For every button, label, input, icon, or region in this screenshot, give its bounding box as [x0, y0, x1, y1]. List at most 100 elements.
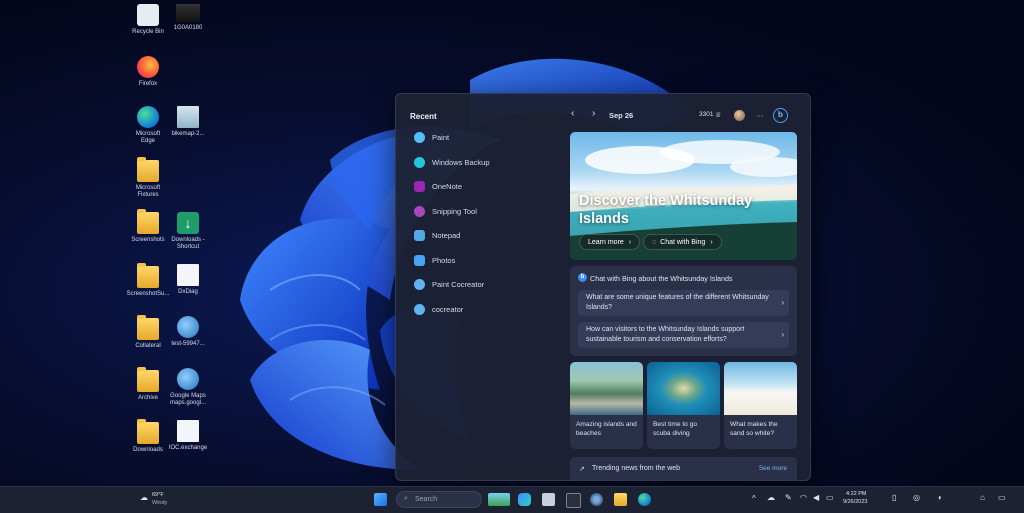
desktop-icon-label: bikemap-2...	[171, 131, 205, 137]
chevron-right-icon[interactable]: ›	[592, 108, 595, 119]
desktop-icon-folder[interactable]: Microsoft Fixtures	[126, 157, 170, 199]
desktop-icon-label: Fixtures	[137, 192, 159, 198]
folder-icon	[137, 315, 159, 340]
desktop: Recycle Bin 1G0A0180 Firefox Microsoft E…	[0, 0, 1024, 486]
search-input[interactable]: ⌕ Search	[396, 491, 482, 508]
start-button[interactable]	[374, 493, 387, 506]
desktop-icon-folder[interactable]: Archive	[126, 367, 170, 402]
notification-icon[interactable]: ▯	[892, 493, 896, 502]
desktop-icon-folder[interactable]: Collateral	[126, 315, 170, 350]
edge-icon[interactable]	[638, 493, 651, 506]
desktop-icon-google-maps[interactable]: Google Maps maps.googl...	[166, 368, 210, 407]
trending-icon: ↗	[579, 466, 585, 473]
turtle-image	[647, 362, 720, 415]
weather-desc: Windy	[152, 500, 168, 506]
chevron-right-icon: ›	[781, 298, 784, 307]
widgets-weather[interactable]: ☁ 69°F Windy	[120, 491, 180, 509]
recent-item-paint-cocreator[interactable]: Paint Cocreator	[414, 275, 484, 293]
paint-icon	[414, 131, 425, 143]
wifi-icon[interactable]: ◠	[800, 493, 807, 502]
photos-icon	[414, 254, 425, 266]
recent-item-photos[interactable]: Photos	[414, 251, 455, 269]
edge-icon	[137, 106, 159, 128]
desktop-icon-recycle-bin[interactable]: Recycle Bin	[126, 4, 170, 36]
focus-icon[interactable]: ◎	[913, 493, 920, 502]
rewards-points[interactable]: 3301	[699, 111, 713, 118]
desktop-icon-folder[interactable]: Screenshots	[126, 209, 170, 244]
hero-card[interactable]: Discover the Whitsunday Islands Learn mo…	[570, 132, 797, 260]
desktop-icon-edge[interactable]: Microsoft Edge	[126, 106, 170, 145]
desktop-icon-test[interactable]: test-59947...	[166, 316, 210, 348]
story-card[interactable]: Best time to go scuba diving	[647, 362, 720, 449]
onedrive-icon[interactable]: ☁	[767, 493, 775, 502]
avatar[interactable]	[734, 110, 745, 121]
clock-time[interactable]: 4:22 PM	[846, 491, 866, 497]
globe-icon	[177, 368, 199, 390]
recent-item-paint[interactable]: Paint	[414, 128, 449, 146]
chat-question[interactable]: What are some unique features of the dif…	[578, 290, 789, 316]
clock-date[interactable]: 9/26/2023	[843, 499, 867, 505]
chat-question[interactable]: How can visitors to the Whitsunday Islan…	[578, 322, 789, 348]
recent-item-windows-backup[interactable]: Windows Backup	[414, 153, 490, 171]
chat-with-bing-button[interactable]: ◌ Chat with Bing ›	[643, 234, 722, 250]
settings-icon[interactable]	[590, 493, 603, 506]
desktop-icon-downloads-shortcut[interactable]: ↓ Downloads - Shortcut	[166, 212, 210, 251]
recent-item-label: Snipping Tool	[432, 206, 477, 216]
image-file-icon	[177, 106, 199, 128]
islands-image	[570, 362, 643, 415]
desktop-icon-label: Microsoft	[135, 131, 161, 137]
recent-item-cocreator[interactable]: cocreator	[414, 300, 463, 318]
story-card[interactable]: What makes the sand so white?	[724, 362, 797, 449]
recent-item-label: Photos	[432, 255, 456, 265]
desktop-icon-label: Collateral	[135, 343, 161, 349]
more-options-icon[interactable]: ···	[756, 111, 764, 120]
desktop-icon-label: IOC.exchange	[168, 445, 208, 451]
volume-icon[interactable]: ◀	[813, 493, 819, 502]
bing-icon[interactable]: b	[773, 108, 788, 123]
language-icon[interactable]: ⌂	[980, 493, 985, 502]
search-icon: ⌕	[404, 495, 408, 502]
document-icon	[177, 420, 199, 442]
task-view-icon[interactable]	[542, 493, 555, 506]
folder-icon	[137, 209, 159, 234]
desktop-icon-bikemap[interactable]: bikemap-2...	[166, 106, 210, 138]
story-caption: Amazing islands and beaches	[576, 421, 637, 437]
desktop-icon-firefox[interactable]: Firefox	[126, 56, 170, 88]
recent-item-label: Windows Backup	[432, 157, 490, 167]
recent-item-onenote[interactable]: OneNote	[414, 177, 462, 195]
white-sand-image	[724, 362, 797, 415]
recent-item-notepad[interactable]: Notepad	[414, 226, 460, 244]
search-placeholder: Search	[415, 496, 438, 503]
desktop-icon-dxdiag[interactable]: DxDiag	[166, 264, 210, 296]
show-desktop-icon[interactable]: ▭	[998, 493, 1006, 502]
globe-icon	[177, 316, 199, 338]
desktop-icon-folder[interactable]: Downloads	[126, 419, 170, 454]
recent-title: Recent	[410, 112, 437, 121]
desktop-icon-folder[interactable]: ScreenshotSu...	[126, 263, 170, 298]
desktop-icon-label: Shortcut	[176, 244, 200, 250]
desktop-icon-ioc-exchange[interactable]: IOC.exchange	[166, 420, 210, 452]
pen-icon[interactable]: ✎	[785, 493, 792, 502]
desktop-icon-label: Edge	[140, 138, 155, 144]
see-more-link[interactable]: See more	[759, 465, 787, 472]
story-card[interactable]: Amazing islands and beaches	[570, 362, 643, 449]
copilot-tray-icon[interactable]: ◐	[938, 493, 943, 502]
chevron-up-icon[interactable]: ^	[752, 494, 756, 503]
landscape-icon[interactable]	[488, 493, 510, 506]
file-explorer-icon[interactable]	[614, 493, 627, 506]
desktop-icon-label: Firefox	[138, 81, 158, 87]
recent-item-snipping-tool[interactable]: Snipping Tool	[414, 202, 477, 220]
chevron-left-icon[interactable]: ‹	[571, 108, 574, 119]
backup-icon	[414, 156, 425, 168]
desktop-icon-label: Downloads	[133, 447, 163, 453]
learn-more-button[interactable]: Learn more ›	[579, 234, 641, 250]
notepad-icon	[414, 229, 425, 241]
battery-icon[interactable]: ▭	[826, 493, 834, 502]
terminal-icon[interactable]	[566, 493, 581, 508]
desktop-icon-photo[interactable]: 1G0A0180	[166, 4, 210, 32]
copilot-icon[interactable]	[518, 493, 531, 506]
chat-card-title: Chat with Bing about the Whitsunday Isla…	[590, 274, 733, 283]
chevron-right-icon: ›	[781, 330, 784, 339]
recent-list: Recent Paint Windows Backup OneNote Snip…	[396, 94, 561, 480]
desktop-icon-label: ScreenshotSu...	[126, 291, 170, 297]
